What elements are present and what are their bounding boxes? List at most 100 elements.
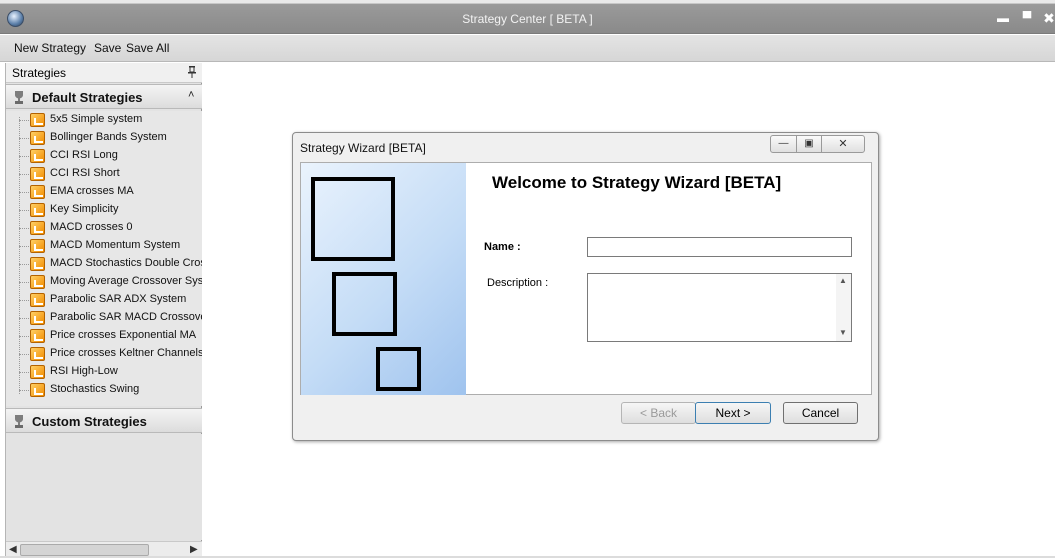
custom-strategies-header[interactable]: Custom Strategies xyxy=(6,408,202,433)
tree-branch xyxy=(19,210,29,211)
scroll-left-icon[interactable]: ◀ xyxy=(9,544,17,555)
strategy-icon xyxy=(30,329,45,343)
name-label: Name : xyxy=(484,241,521,253)
strategy-icon xyxy=(30,203,45,217)
dialog-close-button[interactable]: ✕ xyxy=(821,135,865,153)
strategy-item[interactable]: MACD Stochastics Double Cross xyxy=(19,255,202,273)
strategy-icon xyxy=(30,257,45,271)
tree-branch xyxy=(19,354,29,355)
save-menu[interactable]: Save xyxy=(94,41,121,55)
name-input[interactable] xyxy=(587,237,852,257)
custom-strategies-area xyxy=(6,434,202,540)
cancel-button[interactable]: Cancel xyxy=(783,402,858,424)
description-input[interactable] xyxy=(588,274,836,341)
strategy-item[interactable]: MACD Momentum System xyxy=(19,237,202,255)
strategy-item[interactable]: CCI RSI Long xyxy=(19,147,202,165)
panel-title: Strategies xyxy=(12,66,67,80)
strategy-label: Price crosses Keltner Channels xyxy=(50,347,202,359)
pin-icon[interactable] xyxy=(188,66,196,78)
strategy-center-window: Strategy Center [ BETA ] ▬ ▀ ✖ New Strat… xyxy=(0,0,1055,558)
strategy-icon xyxy=(30,347,45,361)
wizard-side-graphic xyxy=(301,163,466,395)
strategy-item[interactable]: Moving Average Crossover System xyxy=(19,273,202,291)
scroll-thumb[interactable] xyxy=(20,544,149,556)
strategy-label: 5x5 Simple system xyxy=(50,113,143,125)
minimize-button[interactable]: ▬ xyxy=(994,10,1012,26)
strategy-item[interactable]: CCI RSI Short xyxy=(19,165,202,183)
strategy-wizard-dialog: Strategy Wizard [BETA] — ▣ ✕ Welcome to … xyxy=(292,132,879,441)
strategy-icon xyxy=(30,131,45,145)
custom-strategies-label: Custom Strategies xyxy=(32,414,147,429)
dialog-title: Strategy Wizard [BETA] xyxy=(300,141,426,155)
strategy-label: CCI RSI Short xyxy=(50,167,120,179)
description-scrollbar[interactable]: ▲ ▼ xyxy=(836,274,851,341)
scroll-down-icon[interactable]: ▼ xyxy=(839,328,847,337)
dialog-maximize-button[interactable]: ▣ xyxy=(796,135,822,153)
strategy-icon xyxy=(30,293,45,307)
strategy-label: Moving Average Crossover System xyxy=(50,275,202,287)
menu-bar: New Strategy Save Save All xyxy=(0,35,1055,62)
strategy-item[interactable]: MACD crosses 0 xyxy=(19,219,202,237)
tree-branch xyxy=(19,318,29,319)
strategy-label: CCI RSI Long xyxy=(50,149,118,161)
strategy-icon xyxy=(30,365,45,379)
strategy-item[interactable]: Parabolic SAR ADX System xyxy=(19,291,202,309)
strategy-item[interactable]: Key Simplicity xyxy=(19,201,202,219)
strategy-item[interactable]: EMA crosses MA xyxy=(19,183,202,201)
trophy-icon xyxy=(15,91,23,104)
back-button[interactable]: < Back xyxy=(621,402,696,424)
strategy-item[interactable]: RSI High-Low xyxy=(19,363,202,381)
strategy-icon xyxy=(30,311,45,325)
tree-branch xyxy=(19,300,29,301)
tree-branch xyxy=(19,174,29,175)
strategy-icon xyxy=(30,113,45,127)
wizard-heading: Welcome to Strategy Wizard [BETA] xyxy=(492,173,782,192)
small-square xyxy=(376,347,421,391)
strategy-label: EMA crosses MA xyxy=(50,185,134,197)
strategy-label: Stochastics Swing xyxy=(50,383,140,395)
tree-branch xyxy=(19,246,29,247)
strategy-icon xyxy=(30,167,45,181)
panel-header: Strategies xyxy=(6,63,202,83)
tree-branch xyxy=(19,156,29,157)
strategy-icon xyxy=(30,221,45,235)
strategy-item[interactable]: Price crosses Exponential MA xyxy=(19,327,202,345)
tree-branch xyxy=(19,282,29,283)
title-bar: Strategy Center [ BETA ] ▬ ▀ ✖ xyxy=(0,4,1055,34)
default-strategies-label: Default Strategies xyxy=(32,90,143,105)
next-button[interactable]: Next > xyxy=(695,402,771,424)
tree-branch xyxy=(19,264,29,265)
dialog-minimize-button[interactable]: — xyxy=(770,135,797,153)
strategy-label: Parabolic SAR ADX System xyxy=(50,293,187,305)
tree-branch xyxy=(19,228,29,229)
strategy-item[interactable]: Bollinger Bands System xyxy=(19,129,202,147)
tree-branch xyxy=(19,372,29,373)
strategy-icon xyxy=(30,383,45,397)
collapse-chevron-icon[interactable]: ˄ xyxy=(188,89,194,101)
default-strategies-header[interactable]: Default Strategies ˄ xyxy=(6,84,202,109)
strategy-label: Parabolic SAR MACD Crossover xyxy=(50,311,202,323)
strategy-label: Price crosses Exponential MA xyxy=(50,329,197,341)
scroll-right-icon[interactable]: ▶ xyxy=(190,544,198,555)
strategies-panel: Strategies Default Strategies ˄ 5x5 Simp… xyxy=(5,63,202,558)
strategy-icon xyxy=(30,149,45,163)
tree-branch xyxy=(19,138,29,139)
strategy-item[interactable]: Parabolic SAR MACD Crossover xyxy=(19,309,202,327)
large-square xyxy=(311,177,395,261)
strategy-item[interactable]: 5x5 Simple system xyxy=(19,111,202,129)
strategy-tree: 5x5 Simple system Bollinger Bands System C… xyxy=(6,111,202,406)
tree-branch xyxy=(19,120,29,121)
new-strategy-menu[interactable]: New Strategy xyxy=(14,41,86,55)
close-button[interactable]: ✖ xyxy=(1040,10,1055,26)
maximize-button[interactable]: ▀ xyxy=(1018,10,1036,26)
save-all-menu[interactable]: Save All xyxy=(126,41,169,55)
description-box: ▲ ▼ xyxy=(587,273,852,342)
strategy-item[interactable]: Stochastics Swing xyxy=(19,381,202,399)
strategy-label: MACD Momentum System xyxy=(50,239,181,251)
scroll-up-icon[interactable]: ▲ xyxy=(839,276,847,285)
medium-square xyxy=(332,272,397,336)
strategy-icon xyxy=(30,275,45,289)
tree-branch xyxy=(19,192,29,193)
tree-branch xyxy=(19,390,29,391)
strategy-item[interactable]: Price crosses Keltner Channels xyxy=(19,345,202,363)
